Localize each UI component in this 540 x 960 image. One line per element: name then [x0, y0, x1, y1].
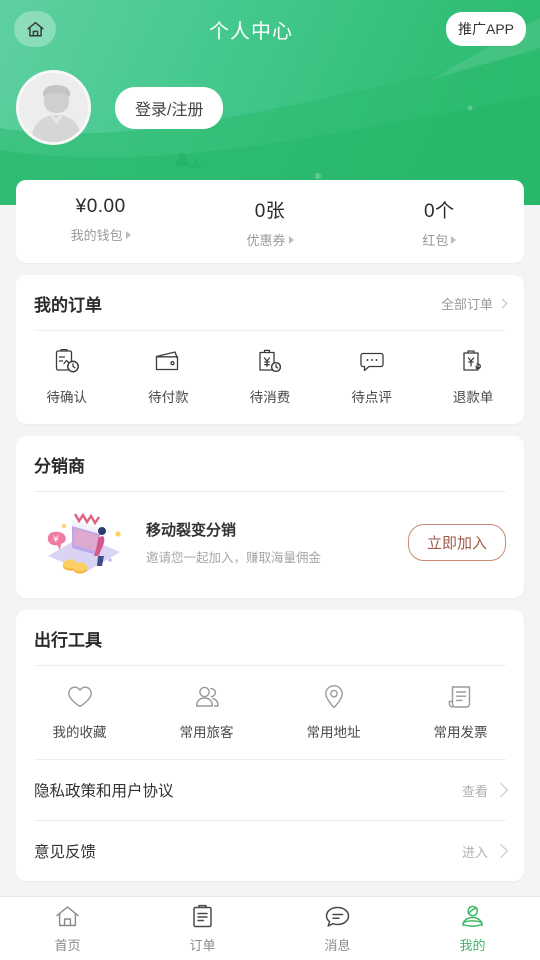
tool-item-label: 常用地址 [306, 725, 361, 740]
distributor-text: 移动裂变分销 邀请您一起加入，赚取海量佣金 [146, 519, 408, 566]
redpacket-value: 0个 [424, 201, 455, 222]
tool-item-invoices[interactable]: 常用发票 [397, 682, 524, 741]
page-title: 个人中心 [208, 20, 293, 43]
tab-label: 我的 [459, 938, 486, 953]
all-orders-link[interactable]: 全部订单 [440, 294, 508, 313]
message-icon [324, 903, 351, 930]
location-pin-icon [319, 682, 349, 712]
link-row-action-label: 查看 [461, 783, 488, 799]
tab-home[interactable]: 首页 [0, 903, 135, 954]
tools-card: 出行工具 我的收藏 常用旅客 常用地址 常用发票 隐私政策和用户协议 查看 意见… [16, 610, 524, 881]
tab-label: 订单 [189, 938, 216, 953]
tools-icon-grid: 我的收藏 常用旅客 常用地址 常用发票 [16, 666, 524, 759]
orders-card: 我的订单 全部订单 待确认 待付款 待消费 待点评 退款单 [16, 275, 524, 424]
order-item-pending-confirm[interactable]: 待确认 [16, 347, 118, 406]
coupon-label: 优惠券 [185, 230, 354, 249]
distributor-item-subtitle: 邀请您一起加入，赚取海量佣金 [146, 550, 322, 565]
orders-title: 我的订单 [34, 296, 102, 315]
join-now-button[interactable]: 立即加入 [407, 523, 506, 561]
distributor-card: 分销商 ¥ 移动裂变分销 邀请您一起加入，赚取海量佣金 立即加入 [16, 436, 524, 598]
order-item-label: 待付款 [148, 390, 189, 405]
clipboard-clock-icon [52, 347, 82, 377]
redpacket-label: 红包 [355, 230, 524, 249]
order-item-pending-review[interactable]: 待点评 [321, 347, 423, 406]
triangle-right-icon [288, 236, 294, 244]
comment-dots-icon [357, 347, 387, 377]
svg-text:¥: ¥ [53, 535, 59, 545]
link-row-label: 意见反馈 [34, 844, 97, 861]
tool-item-passengers[interactable]: 常用旅客 [143, 682, 270, 741]
login-register-button[interactable]: 登录/注册 [115, 86, 224, 129]
tool-item-addresses[interactable]: 常用地址 [270, 682, 397, 741]
promote-app-button[interactable]: 推广APP [445, 12, 526, 46]
distributor-item-title: 移动裂变分销 [146, 521, 237, 539]
wallet-icon [153, 347, 183, 377]
home-button[interactable] [14, 11, 56, 47]
orders-icon-grid: 待确认 待付款 待消费 待点评 退款单 [16, 331, 524, 424]
triangle-right-icon [451, 236, 457, 244]
profile-icon [459, 903, 486, 930]
link-row-action-label: 进入 [461, 844, 488, 860]
wallet-card: ¥0.00 我的钱包 0张 优惠券 0个 红包 [16, 180, 524, 263]
profile-screen: 个人中心 推广APP 登录/注册 ¥0.00 我的钱包 0张 优惠券 0个 红包… [0, 0, 540, 960]
order-item-label: 待点评 [351, 390, 392, 405]
wallet-balance-value: ¥0.00 [75, 196, 126, 217]
order-item-label: 待消费 [249, 390, 291, 405]
profile-block: 登录/注册 [16, 70, 224, 145]
orders-header: 我的订单 全部订单 [16, 275, 524, 330]
link-row-action: 进入 [461, 842, 509, 861]
mobile-store-coins-illustration: ¥ [34, 506, 134, 578]
all-orders-label: 全部订单 [440, 297, 493, 312]
redpacket-stat-item[interactable]: 0个 红包 [355, 196, 524, 249]
order-item-refund[interactable]: 退款单 [422, 347, 524, 406]
top-bar: 个人中心 推广APP [0, 0, 540, 58]
distributor-row[interactable]: ¥ 移动裂变分销 邀请您一起加入，赚取海量佣金 立即加入 [16, 492, 524, 598]
default-avatar-icon [19, 73, 88, 142]
link-row-privacy[interactable]: 隐私政策和用户协议 查看 [16, 760, 524, 820]
wallet-stats: ¥0.00 我的钱包 0张 优惠券 0个 红包 [16, 180, 524, 263]
tools-header: 出行工具 [16, 610, 524, 665]
wallet-balance-label: 我的钱包 [16, 225, 185, 244]
distributor-title: 分销商 [34, 457, 85, 476]
users-icon [192, 682, 222, 712]
tool-item-favorites[interactable]: 我的收藏 [16, 682, 143, 741]
tab-label: 消息 [324, 938, 351, 953]
bottom-tab-bar: 首页 订单 消息 我的 [0, 896, 540, 960]
order-icon [189, 903, 216, 930]
invoice-icon [446, 682, 476, 712]
tab-label: 首页 [54, 938, 81, 953]
order-item-pending-payment[interactable]: 待付款 [118, 347, 220, 406]
order-item-pending-consume[interactable]: 待消费 [219, 347, 321, 406]
tool-item-label: 常用发票 [433, 725, 488, 740]
avatar[interactable] [16, 70, 91, 145]
clipboard-yuan-clock-icon [255, 347, 285, 377]
distributor-header: 分销商 [16, 436, 524, 491]
tab-profile[interactable]: 我的 [405, 903, 540, 954]
chevron-right-icon [493, 782, 509, 798]
chevron-right-icon [493, 843, 509, 859]
chevron-right-icon [497, 298, 508, 309]
home-icon [54, 903, 81, 930]
tab-orders[interactable]: 订单 [135, 903, 270, 954]
link-row-feedback[interactable]: 意见反馈 进入 [16, 821, 524, 881]
hero-header: 个人中心 推广APP 登录/注册 [0, 0, 540, 205]
order-item-label: 待确认 [46, 390, 88, 405]
clipboard-refund-icon [458, 347, 488, 377]
link-row-action: 查看 [461, 781, 509, 800]
link-row-label: 隐私政策和用户协议 [34, 783, 174, 800]
tool-item-label: 常用旅客 [179, 725, 234, 740]
order-item-label: 退款单 [452, 390, 494, 405]
tool-item-label: 我的收藏 [52, 725, 107, 740]
triangle-right-icon [125, 231, 131, 239]
home-icon [25, 19, 46, 40]
coupon-value: 0张 [254, 201, 286, 222]
coupon-stat-item[interactable]: 0张 优惠券 [185, 196, 354, 249]
wallet-stat-item[interactable]: ¥0.00 我的钱包 [16, 196, 185, 249]
heart-icon [65, 682, 95, 712]
tools-title: 出行工具 [34, 631, 102, 650]
tab-messages[interactable]: 消息 [270, 903, 405, 954]
